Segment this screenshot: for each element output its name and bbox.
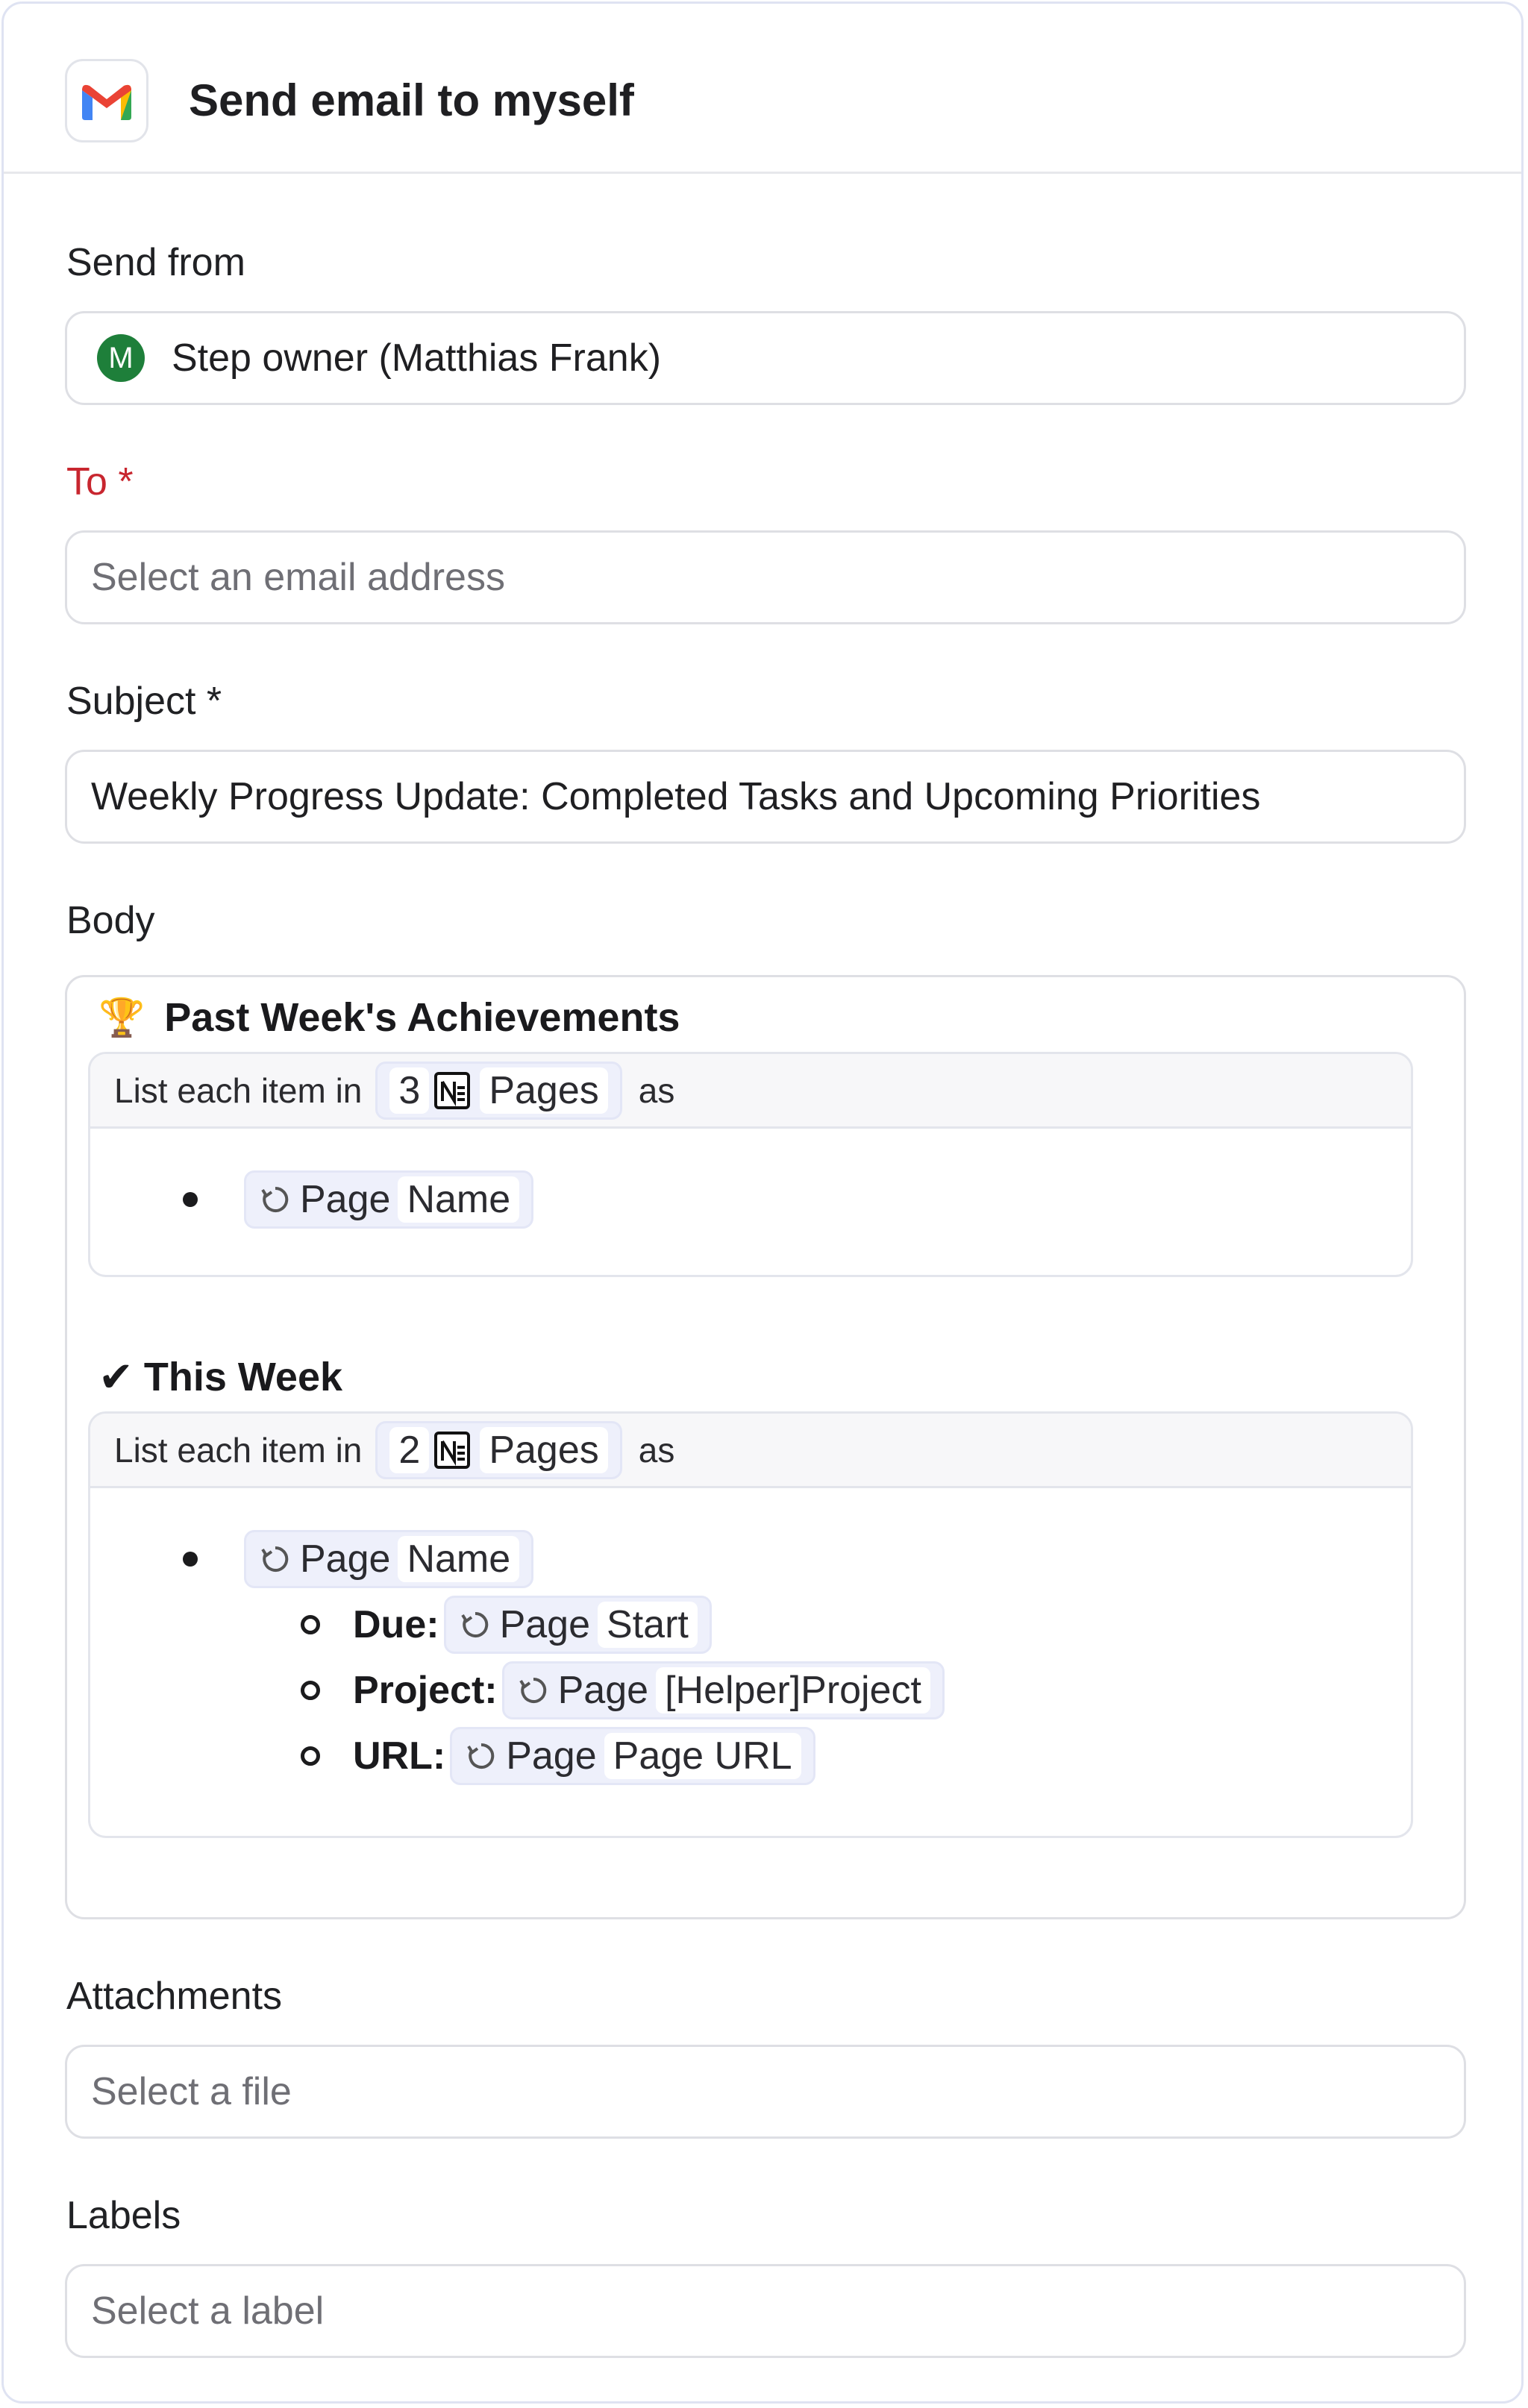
- subject-input[interactable]: Weekly Progress Update: Completed Tasks …: [65, 750, 1466, 844]
- sub-item-label: Project:: [353, 1669, 498, 1712]
- loop-block[interactable]: List each item in 3 Pages as Page Name: [88, 1052, 1413, 1277]
- list-item: Page Name: [183, 1530, 534, 1588]
- section-title: Past Week's Achievements: [164, 995, 680, 1040]
- subject-value: Weekly Progress Update: Completed Tasks …: [91, 775, 1261, 818]
- source-name: Pages: [480, 1067, 608, 1114]
- send-from-value: Step owner (Matthias Frank): [172, 336, 662, 380]
- attachments-label: Attachments: [66, 1975, 283, 2018]
- variable-field: Start: [598, 1602, 698, 1648]
- attachments-placeholder: Select a file: [91, 2070, 292, 2113]
- loop-variable-icon: [258, 1542, 292, 1576]
- variable-name: Page: [506, 1734, 597, 1778]
- email-step-panel: Send email to myself Send from M Step ow…: [1, 1, 1524, 2404]
- to-input[interactable]: Select an email address: [65, 530, 1466, 624]
- loop-suffix: as: [638, 1070, 675, 1110]
- list-item: Page Name: [183, 1170, 534, 1229]
- item-count: 3: [389, 1067, 430, 1114]
- variable-name: Page: [499, 1603, 591, 1646]
- attachments-input[interactable]: Select a file: [65, 2045, 1466, 2139]
- sub-item-label: URL:: [353, 1734, 446, 1778]
- trophy-icon: 🏆: [98, 997, 145, 1038]
- sub-list-item: URL: Page Page URL: [301, 1727, 815, 1785]
- bullet-icon: [301, 1681, 320, 1700]
- loop-suffix: as: [638, 1430, 675, 1470]
- body-editor[interactable]: 🏆 Past Week's Achievements List each ite…: [65, 975, 1466, 1919]
- loop-header: List each item in 3 Pages as: [90, 1054, 1411, 1129]
- loop-variable-icon: [464, 1739, 498, 1773]
- sub-list-item: Project: Page [Helper]Project: [301, 1661, 945, 1719]
- loop-header: List each item in 2 Pages as: [90, 1414, 1411, 1488]
- send-from-label: Send from: [66, 241, 245, 284]
- labels-input[interactable]: Select a label: [65, 2264, 1466, 2358]
- url-variable-chip[interactable]: Page Page URL: [450, 1727, 815, 1785]
- loop-variable-icon: [516, 1673, 551, 1708]
- page-name-chip[interactable]: Page Name: [244, 1530, 534, 1588]
- bullet-icon: [301, 1746, 320, 1766]
- bullet-icon: [183, 1192, 198, 1207]
- variable-field: Page URL: [604, 1733, 801, 1779]
- sub-item-label: Due:: [353, 1603, 439, 1646]
- body-label: Body: [66, 899, 155, 942]
- variable-field: Name: [398, 1176, 520, 1223]
- step-header: Send email to myself: [4, 4, 1521, 174]
- to-placeholder: Select an email address: [91, 556, 505, 599]
- page-name-chip[interactable]: Page Name: [244, 1170, 534, 1229]
- subject-label: Subject *: [66, 680, 222, 723]
- labels-placeholder: Select a label: [91, 2289, 325, 2333]
- check-icon: ✔: [98, 1353, 134, 1400]
- avatar: M: [97, 334, 145, 382]
- send-from-select[interactable]: M Step owner (Matthias Frank): [65, 311, 1466, 405]
- item-count: 2: [389, 1426, 430, 1473]
- pages-variable-chip[interactable]: 2 Pages: [375, 1420, 622, 1479]
- variable-name: Page: [300, 1537, 391, 1581]
- step-title: Send email to myself: [189, 75, 634, 125]
- notion-icon: [432, 1070, 474, 1111]
- loop-prefix: List each item in: [114, 1430, 363, 1470]
- pages-variable-chip[interactable]: 3 Pages: [375, 1061, 622, 1120]
- section-heading: 🏆 Past Week's Achievements: [98, 991, 680, 1044]
- notion-icon: [432, 1429, 474, 1471]
- project-variable-chip[interactable]: Page [Helper]Project: [501, 1661, 945, 1719]
- loop-variable-icon: [258, 1182, 292, 1217]
- source-name: Pages: [480, 1426, 608, 1473]
- variable-name: Page: [300, 1178, 391, 1221]
- bullet-icon: [183, 1552, 198, 1567]
- section-title: This Week: [143, 1355, 343, 1399]
- sub-list-item: Due: Page Start: [301, 1596, 712, 1654]
- section-heading: ✔ This Week: [98, 1350, 342, 1404]
- variable-field: Name: [398, 1536, 520, 1582]
- variable-name: Page: [557, 1669, 649, 1712]
- loop-variable-icon: [458, 1608, 492, 1642]
- variable-field: [Helper]Project: [656, 1667, 930, 1713]
- gmail-icon: [65, 59, 148, 142]
- loop-prefix: List each item in: [114, 1070, 363, 1110]
- bullet-icon: [301, 1615, 320, 1634]
- due-variable-chip[interactable]: Page Start: [443, 1596, 712, 1654]
- loop-block[interactable]: List each item in 2 Pages as Page Name D…: [88, 1411, 1413, 1838]
- labels-label: Labels: [66, 2194, 181, 2237]
- to-label: To *: [66, 460, 134, 504]
